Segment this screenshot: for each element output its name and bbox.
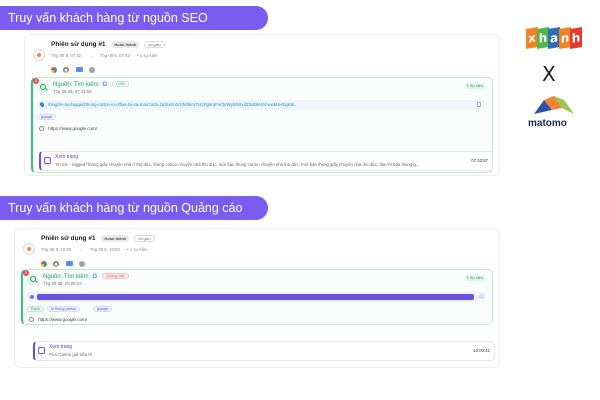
location-pin-icon (38, 101, 46, 108)
session-start: Thg 08 8, 10:00 (41, 247, 72, 252)
referrer-url[interactable]: https://www.google.com/ (48, 126, 97, 131)
event-source: Nguồn: Tìm kiếm G • Mới (53, 81, 129, 88)
chrome-icon (53, 260, 60, 267)
ad-url-redacted (37, 294, 474, 300)
new-chip: • Mới (111, 81, 129, 88)
page-view-time: 10:00:41 (473, 348, 490, 353)
seo-section-banner: Truy vấn khách hàng từ nguồn SEO (0, 6, 268, 30)
mobile-icon (65, 261, 73, 267)
google-logo-icon: G (102, 81, 108, 88)
matomo-icon (534, 96, 574, 114)
session-event-count: • 1 sự kiện (127, 247, 148, 252)
referrer-row: https://www.google.com/ (29, 317, 87, 323)
notification-badge: 1 (33, 78, 39, 84)
source-label: Nguồn: Tìm kiếm (53, 82, 99, 88)
google-icon (51, 66, 57, 73)
page-view-title: Xem trang (55, 154, 79, 160)
status-badge: Hoàn thành (111, 41, 140, 48)
session-icon (23, 243, 35, 255)
session-header: Phiên sử dụng #1 Hoàn thành vô gửu Thg 0… (33, 39, 493, 73)
event-time: Thg 08 08, 07:42:58 (53, 89, 92, 94)
keyword-tag: in thùng carton (47, 306, 81, 312)
referrer-row: https://www.google.com/ (39, 126, 97, 132)
session-times: Thg 08 8, 10:00 → Thg 08 8, 10:00 • 1 sự… (41, 247, 153, 252)
keyword-tag: google (37, 114, 57, 120)
page-view-card[interactable]: Xem trang Tin tức - tagged "thùng giấy c… (39, 151, 493, 171)
event-count-button[interactable]: 1 Sự kiện (463, 275, 486, 281)
session-title: Phiên sử dụng #1 (41, 235, 96, 243)
page-view-card[interactable]: Xem trang Pics Carton giá siêu rẻ 10:00:… (33, 341, 495, 361)
monitor-icon (75, 67, 83, 73)
ads-section-banner: Truy vấn khách hàng từ nguồn Quảng cáo (0, 196, 268, 220)
copy-icon[interactable] (479, 294, 484, 299)
referrer-url[interactable]: https://www.google.com/ (38, 317, 87, 322)
ads-session-panel: Phiên sử dụng #1 Hoàn thành vô gửu Thg 0… (14, 228, 500, 368)
settings-icon (79, 260, 86, 267)
vip-badge[interactable]: vô gửu (134, 235, 155, 242)
copy-icon[interactable] (477, 102, 481, 107)
engine-tag: google (93, 306, 113, 312)
status-badge: Hoàn thành (101, 235, 130, 242)
session-event-count: • 1 sự kiện (137, 53, 158, 58)
session-title-row: Phiên sử dụng #1 Hoàn thành vô gửu (41, 235, 155, 242)
session-start: Thg 08 8, 07:42 (51, 53, 82, 58)
session-times: Thg 08 8, 07:42 → Thg 08 8, 07:42 • 1 sự… (51, 53, 163, 58)
session-header: Phiên sử dụng #1 Hoàn thành vô gửu Thg 0… (23, 233, 483, 267)
ads-chip: Quảng cáo (101, 273, 129, 280)
landing-url-row[interactable]: /blog/tin-tuc/tagged/thung-carton-in-off… (37, 100, 486, 110)
event-source: Nguồn: Tìm kiếm G Quảng cáo (43, 273, 129, 280)
google-icon (41, 260, 47, 267)
source-label: Nguồn: Tìm kiếm (43, 274, 89, 280)
brand-logos: x h a n h X matomo (524, 26, 588, 132)
logo-separator: X (542, 62, 556, 86)
location-dot-icon (30, 295, 34, 299)
settings-icon (89, 66, 96, 73)
page-view-title: Xem trang (49, 344, 73, 350)
google-logo-icon: G (92, 273, 98, 280)
device-icons (51, 61, 97, 73)
device-icons (41, 255, 87, 267)
session-title-row: Phiên sử dụng #1 Hoàn thành vô gửu (51, 41, 165, 48)
ads-event-card[interactable]: 1 Nguồn: Tìm kiếm G Quảng cáo Thg 08 08,… (21, 269, 493, 325)
event-count-button[interactable]: 1 Sự kiện (463, 83, 486, 89)
matomo-wordmark: matomo (528, 118, 567, 129)
xhanh-logo: x h a n h (526, 26, 584, 50)
page-view-description: Pics Carton giá siêu rẻ (49, 352, 93, 357)
seo-session-panel: Phiên sử dụng #1 Hoàn thành vô gửu Thg 0… (24, 34, 500, 176)
session-title: Phiên sử dụng #1 (51, 41, 106, 49)
vip-badge[interactable]: vô gửu (144, 41, 165, 48)
campaign-tag: Rạch (27, 306, 44, 312)
chrome-icon (63, 66, 70, 73)
notification-badge: 1 (23, 270, 29, 276)
globe-icon (29, 317, 34, 323)
page-view-icon (38, 347, 45, 354)
search-icon (37, 82, 49, 94)
page-view-time: 07:42:57 (471, 158, 488, 163)
arrow-icon: → (78, 247, 83, 252)
event-time: Thg 08 08, 10:00:42 (43, 281, 82, 286)
ad-url-bar[interactable] (27, 292, 486, 302)
arrow-icon: → (88, 53, 93, 58)
session-icon (33, 49, 45, 61)
page-view-description: Tin tức - tagged "thùng giấy chuyển nhà … (55, 162, 420, 167)
page-view-icon (44, 157, 51, 164)
session-end: Thg 08 8, 07:42 (99, 53, 130, 58)
session-end: Thg 08 8, 10:00 (89, 247, 120, 252)
landing-url[interactable]: /blog/tin-tuc/tagged/thung-carton-in-off… (48, 102, 478, 107)
search-icon (27, 274, 39, 286)
globe-icon (39, 126, 44, 132)
